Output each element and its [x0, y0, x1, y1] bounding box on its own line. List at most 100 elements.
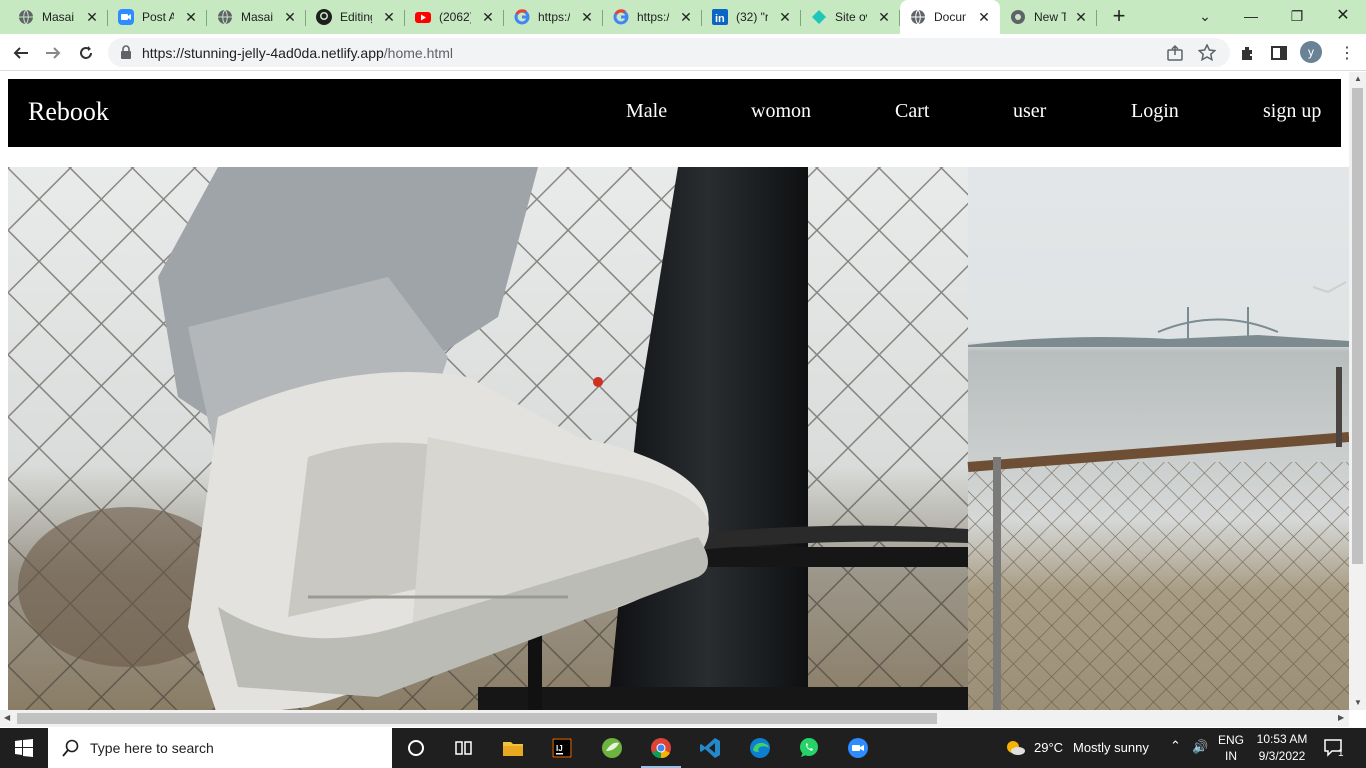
tab-title: Site ov [835, 10, 867, 24]
scrollbar-thumb[interactable] [17, 713, 937, 724]
close-icon[interactable]: ✕ [84, 9, 100, 25]
weather-icon[interactable] [1000, 728, 1030, 768]
search-placeholder: Type here to search [90, 740, 214, 756]
browser-tab[interactable]: Masai ✕ [207, 4, 306, 30]
share-icon[interactable] [1166, 44, 1184, 62]
input-region[interactable]: IN [1218, 749, 1244, 763]
brand-logo[interactable]: Rebook [28, 97, 109, 127]
page-viewport: Rebook Male womon Cart user Login sign u… [0, 72, 1349, 710]
file-explorer-icon[interactable] [489, 728, 537, 768]
windows-icon [15, 739, 33, 757]
reload-icon [80, 46, 92, 59]
profile-avatar[interactable]: y [1300, 41, 1322, 63]
browser-tab[interactable]: https:/ ✕ [603, 4, 702, 30]
browser-tab[interactable]: Site ov ✕ [801, 4, 900, 30]
cortana-icon[interactable] [392, 728, 440, 768]
minimize-button[interactable]: — [1228, 4, 1274, 28]
browser-toolbar: https://stunning-jelly-4ad0da.netlify.ap… [0, 34, 1366, 71]
start-button[interactable] [0, 728, 48, 768]
tab-title: Masai [241, 10, 273, 24]
browser-tab-strip: Masai ✕ Post A ✕ Masai ✕ Editing ✕ (2062… [0, 0, 1366, 34]
windows-taskbar: Type here to search IJ 29°C Mostly sunny… [0, 728, 1366, 768]
speaker-icon[interactable]: 🔊 [1192, 739, 1208, 755]
browser-tab[interactable]: Post A ✕ [108, 4, 207, 30]
close-icon[interactable]: ✕ [678, 9, 694, 25]
browser-tab[interactable]: https:/ ✕ [504, 4, 603, 30]
nav-link-user[interactable]: user [1013, 100, 1046, 123]
netlify-icon [811, 9, 827, 25]
scroll-right-icon[interactable]: ▶ [1338, 713, 1344, 722]
chrome-taskbar-icon[interactable] [637, 728, 685, 768]
vertical-scrollbar[interactable]: ▲ ▼ [1349, 72, 1366, 710]
more-menu-icon[interactable]: ⋮ [1336, 42, 1358, 64]
arrow-left-icon [13, 47, 28, 59]
scroll-up-icon[interactable]: ▲ [1354, 74, 1362, 83]
tab-title: Post A [142, 10, 174, 24]
google-icon [514, 9, 530, 25]
input-language[interactable]: ENG [1218, 733, 1244, 747]
nav-link-signup[interactable]: sign up [1263, 100, 1321, 123]
forward-button[interactable] [40, 40, 66, 66]
scrollbar-thumb[interactable] [1352, 88, 1363, 564]
tab-title: (32) "r [736, 10, 768, 24]
scroll-left-icon[interactable]: ◀ [4, 713, 10, 722]
lock-icon [120, 45, 132, 64]
close-icon[interactable]: ✕ [976, 9, 992, 25]
weather-temperature[interactable]: 29°C [1034, 740, 1063, 755]
clock-time[interactable]: 10:53 AM [1252, 732, 1312, 746]
task-view-icon[interactable] [440, 728, 488, 768]
tab-search-icon[interactable]: ⌄ [1182, 4, 1228, 28]
edge-icon[interactable] [736, 728, 784, 768]
intellij-icon[interactable]: IJ [538, 728, 586, 768]
chevron-up-icon[interactable]: ⌃ [1170, 738, 1181, 754]
taskbar-search-box[interactable]: Type here to search [48, 728, 392, 768]
whatsapp-icon[interactable] [785, 728, 833, 768]
tab-title: Editing [340, 10, 372, 24]
close-icon[interactable]: ✕ [579, 9, 595, 25]
extensions-icon[interactable] [1237, 42, 1259, 64]
browser-tab[interactable]: Masai ✕ [8, 4, 108, 30]
close-icon[interactable]: ✕ [381, 9, 397, 25]
tab-title: New T [1034, 10, 1066, 24]
nav-link-women[interactable]: womon [751, 100, 811, 123]
horizontal-scrollbar[interactable]: ◀ ▶ [0, 710, 1349, 727]
clock-date[interactable]: 9/3/2022 [1252, 749, 1312, 763]
globe-icon [18, 9, 34, 25]
zoom-taskbar-icon[interactable] [834, 728, 882, 768]
close-icon[interactable]: ✕ [876, 9, 892, 25]
reload-button[interactable] [73, 40, 99, 66]
scroll-down-icon[interactable]: ▼ [1354, 698, 1362, 707]
youtube-icon [415, 9, 431, 25]
address-bar[interactable]: https://stunning-jelly-4ad0da.netlify.ap… [108, 38, 1230, 67]
spring-tool-icon[interactable] [588, 728, 636, 768]
close-icon[interactable]: ✕ [1073, 9, 1089, 25]
close-icon[interactable]: ✕ [480, 9, 496, 25]
close-window-button[interactable]: ✕ [1320, 4, 1366, 28]
browser-tab[interactable]: New T ✕ [1000, 4, 1097, 30]
vscode-icon[interactable] [686, 728, 734, 768]
tab-title: https:/ [637, 10, 669, 24]
sneaker-photo [8, 167, 968, 710]
browser-tab[interactable]: (2062) ✕ [405, 4, 504, 30]
arrow-right-icon [46, 47, 61, 59]
side-panel-icon[interactable] [1268, 42, 1290, 64]
new-tab-button[interactable]: + [1108, 5, 1130, 28]
linkedin-icon: in [712, 9, 728, 25]
nav-link-login[interactable]: Login [1131, 100, 1179, 123]
nav-link-cart[interactable]: Cart [895, 100, 929, 123]
close-icon[interactable]: ✕ [777, 9, 793, 25]
bookmark-star-icon[interactable] [1197, 43, 1217, 62]
nav-link-male[interactable]: Male [626, 100, 667, 123]
github-icon [316, 9, 332, 25]
search-icon [62, 739, 79, 757]
close-icon[interactable]: ✕ [282, 9, 298, 25]
weather-condition[interactable]: Mostly sunny [1073, 740, 1149, 755]
close-icon[interactable]: ✕ [183, 9, 199, 25]
restore-button[interactable]: ❐ [1274, 4, 1320, 28]
browser-tab[interactable]: in (32) "r ✕ [702, 4, 801, 30]
globe-icon [217, 9, 233, 25]
back-button[interactable] [8, 40, 34, 66]
browser-tab-active[interactable]: Docun ✕ [900, 0, 1000, 34]
browser-tab[interactable]: Editing ✕ [306, 4, 405, 30]
notification-icon[interactable]: 1 [1316, 728, 1352, 768]
